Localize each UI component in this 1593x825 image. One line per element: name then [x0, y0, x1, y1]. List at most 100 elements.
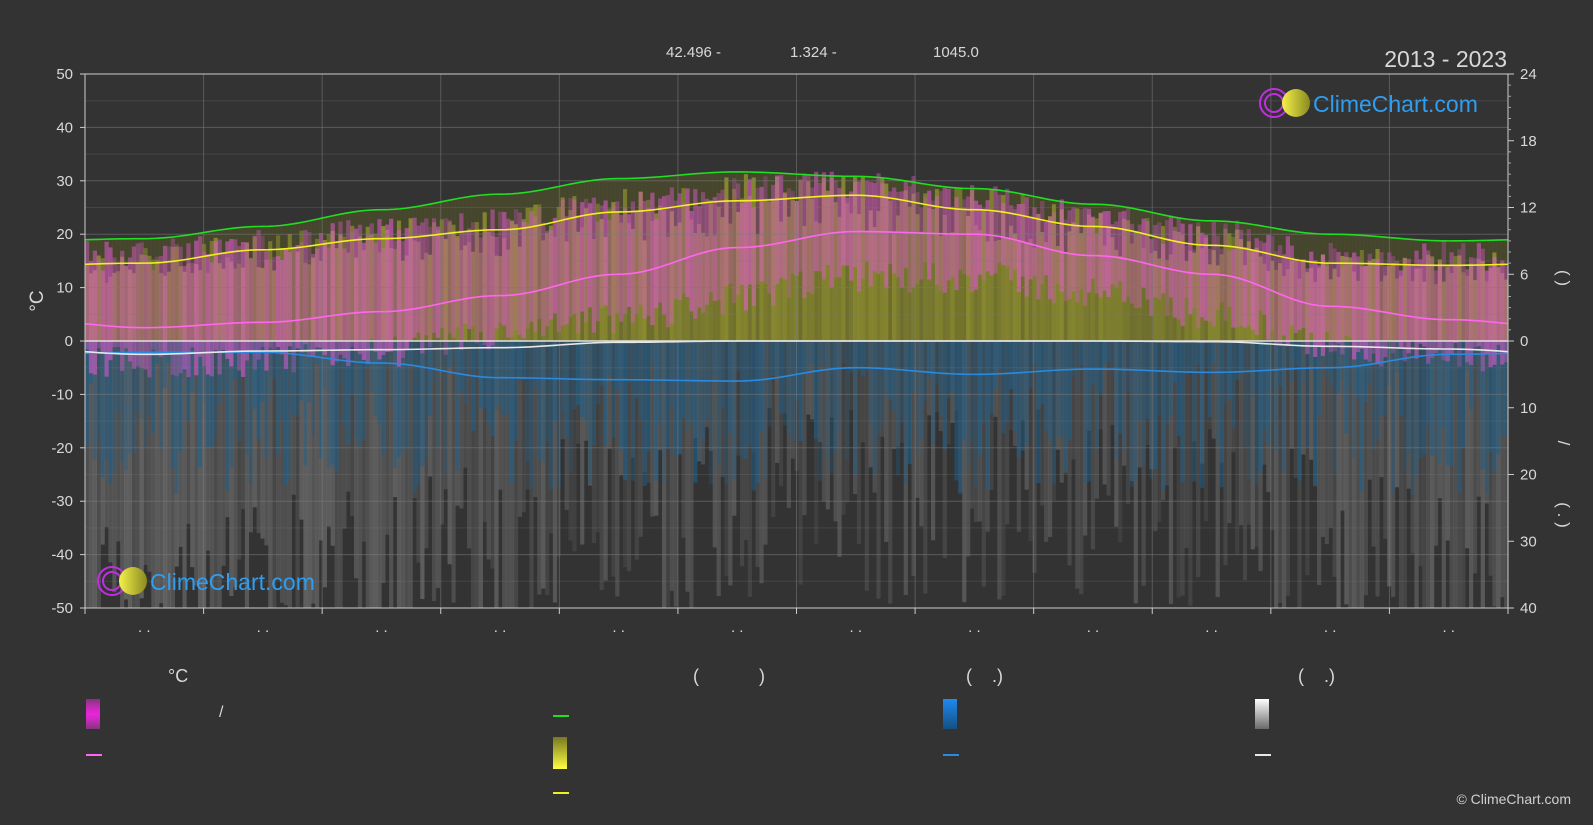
- rain-day-bar: [603, 341, 608, 446]
- rain-day-bar: [1086, 341, 1092, 482]
- rain-day-bar: [1301, 341, 1306, 381]
- temp-range-day-bar: [615, 201, 620, 314]
- temp-range-day-bar: [346, 220, 351, 367]
- snow-day-bar: [194, 341, 199, 586]
- temp-range-day-bar: [1028, 216, 1033, 280]
- temp-range-day-bar: [88, 261, 94, 374]
- temp-range-day-bar: [116, 265, 121, 347]
- rain-day-bar: [997, 341, 1002, 371]
- rain-day-bar: [1083, 341, 1088, 484]
- temp-range-day-bar: [997, 194, 1002, 263]
- rain-day-bar: [1309, 341, 1314, 366]
- temp-range-day-bar: [1008, 205, 1014, 281]
- temp-range-day-bar: [1246, 229, 1251, 326]
- rain-day-bar: [720, 341, 725, 409]
- rain-day-bar: [1044, 341, 1049, 431]
- month-label: . .: [138, 619, 151, 636]
- rain-day-bar: [1242, 341, 1248, 446]
- right-tick-label: 20: [1520, 467, 1537, 484]
- temp-range-day-bar: [1289, 245, 1294, 326]
- rain-day-bar: [739, 341, 745, 458]
- temp-range-day-bar: [174, 244, 179, 377]
- rain-day-bar: [486, 341, 491, 425]
- rain-day-bar: [942, 341, 947, 450]
- temp-range-day-bar: [272, 256, 277, 350]
- rain-day-bar: [946, 341, 951, 398]
- rain-day-bar: [447, 341, 452, 369]
- temp-range-day-bar: [654, 218, 659, 308]
- rain-day-bar: [1394, 341, 1400, 372]
- temp-range-day-bar: [1059, 199, 1064, 292]
- rain-day-bar: [1063, 341, 1068, 472]
- temp-range-day-bar: [478, 237, 483, 333]
- rain-day-bar: [934, 341, 940, 385]
- rain-day-bar: [587, 341, 593, 483]
- temp-range-day-bar: [786, 188, 791, 298]
- rain-day-bar: [1196, 341, 1201, 365]
- temp-range-day-bar: [942, 187, 947, 293]
- temp-range-day-bar: [599, 205, 604, 309]
- temp-range-day-bar: [1453, 266, 1458, 343]
- temp-range-day-bar: [1391, 256, 1396, 354]
- rain-day-bar: [1012, 341, 1018, 432]
- rain-day-bar: [1176, 341, 1181, 437]
- rain-day-bar: [833, 341, 838, 451]
- right-tick-label: 10: [1520, 400, 1537, 417]
- snow-day-bar: [451, 341, 456, 603]
- temp-range-day-bar: [1254, 238, 1259, 335]
- rain-day-bar: [1266, 341, 1271, 445]
- temp-range-day-bar: [252, 235, 257, 370]
- rain-day-bar: [658, 341, 663, 424]
- rain-day-bar: [1219, 341, 1224, 488]
- rain-day-bar: [790, 341, 795, 441]
- legend-header-snow: ( .): [1298, 666, 1335, 686]
- rain-day-bar: [1180, 341, 1185, 483]
- temp-range-day-bar: [1422, 243, 1427, 347]
- rain-day-bar: [646, 341, 651, 452]
- temp-range-day-bar: [1313, 260, 1318, 357]
- snow-day-bar: [1188, 341, 1193, 606]
- temp-range-day-bar: [221, 252, 226, 351]
- temp-range-day-bar: [810, 187, 815, 294]
- month-label: . .: [612, 619, 625, 636]
- temp-range-day-bar: [521, 221, 526, 339]
- month-label: . .: [1324, 619, 1337, 636]
- rain-day-bar: [1153, 341, 1158, 470]
- temp-range-day-bar: [268, 259, 273, 348]
- rain-day-bar: [662, 341, 667, 485]
- brand-logo-top[interactable]: ClimeChart.com: [1259, 88, 1478, 118]
- temp-range-day-bar: [763, 176, 768, 284]
- temp-range-day-bar: [973, 200, 979, 290]
- temp-range-day-bar: [1418, 259, 1423, 344]
- temp-range-day-bar: [798, 179, 803, 272]
- temp-range-day-bar: [919, 207, 924, 280]
- temp-range-day-bar: [299, 242, 304, 353]
- temp-range-day-bar: [864, 180, 869, 262]
- temp-range-day-bar: [147, 260, 152, 378]
- temp-range-day-bar: [1168, 215, 1174, 298]
- left-tick-label: 30: [56, 173, 73, 190]
- rain-day-bar: [1075, 341, 1080, 392]
- temp-range-day-bar: [1324, 266, 1329, 332]
- rain-day-bar: [907, 341, 912, 465]
- rain-day-bar: [1157, 341, 1162, 416]
- rain-day-bar: [689, 341, 694, 423]
- rain-day-bar: [494, 341, 499, 410]
- rain-day-bar: [1414, 341, 1419, 477]
- rain-day-bar: [100, 341, 105, 478]
- temp-range-day-bar: [1492, 257, 1497, 365]
- rain-day-bar: [1484, 341, 1489, 493]
- month-label: . .: [257, 619, 270, 636]
- rain-day-bar: [1067, 341, 1072, 440]
- snow-day-bar: [1032, 341, 1037, 573]
- temp-range-day-bar: [1402, 258, 1407, 362]
- brand-logo-bottom[interactable]: ClimeChart.com: [97, 566, 315, 596]
- snow-day-bar: [467, 341, 472, 549]
- temp-range-day-bar: [369, 223, 374, 339]
- rain-day-bar: [623, 341, 628, 480]
- temp-range-day-bar: [463, 232, 468, 324]
- rain-day-bar: [1055, 341, 1060, 438]
- rain-day-bar: [931, 341, 936, 443]
- rain-day-bar: [728, 341, 733, 434]
- rain-day-bar: [755, 341, 760, 483]
